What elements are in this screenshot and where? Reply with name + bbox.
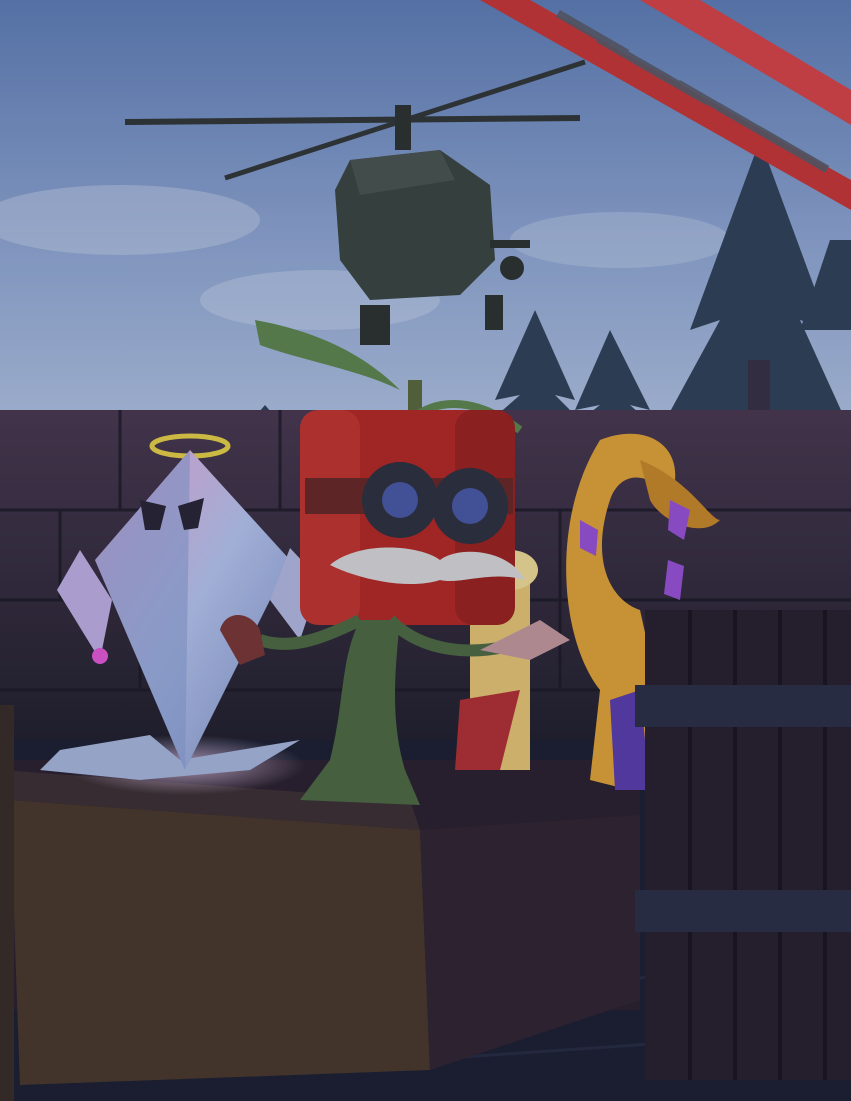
scene-canvas [0,0,851,1101]
game-scene [0,0,851,1101]
